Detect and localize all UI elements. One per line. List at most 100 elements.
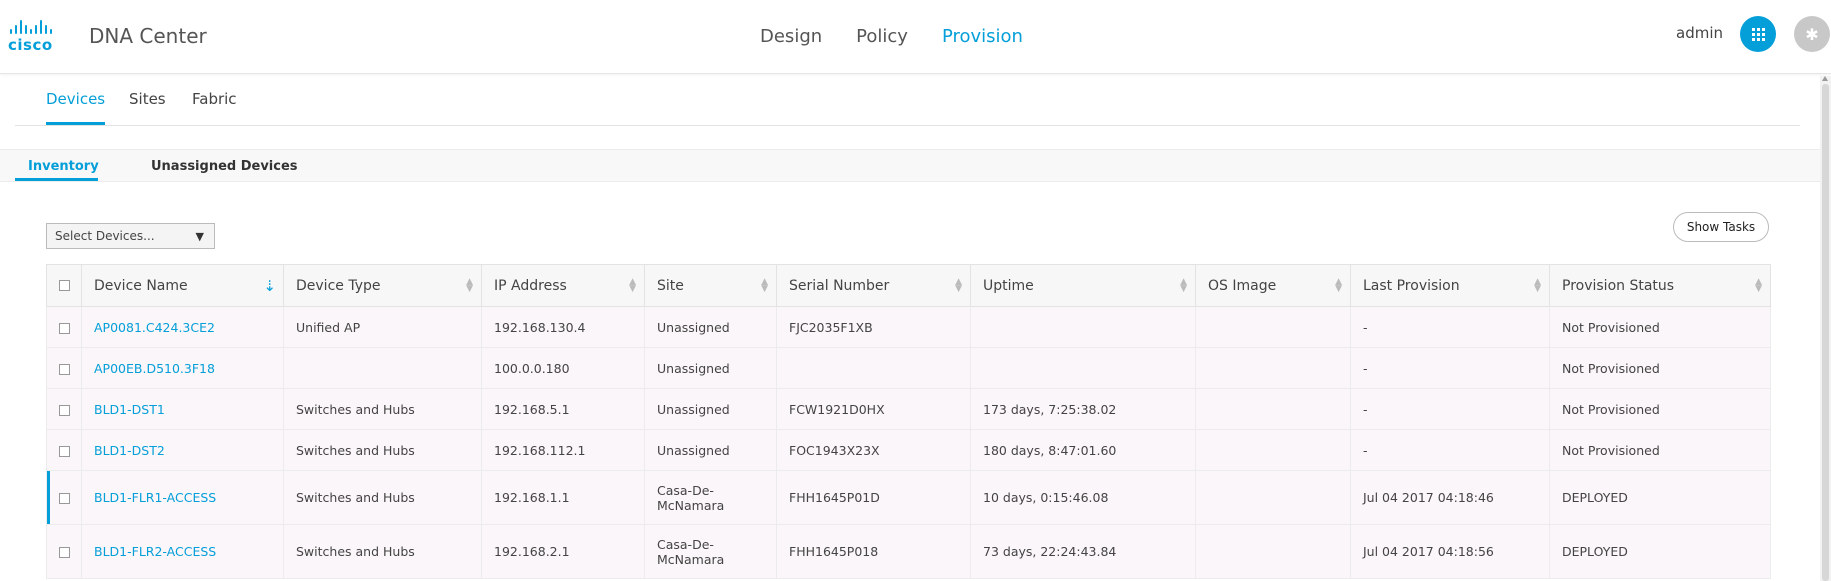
app-launcher-button[interactable] xyxy=(1740,16,1776,52)
nav-provision[interactable]: Provision xyxy=(942,26,1023,47)
device-name-link[interactable]: BLD1-FLR2-ACCESS xyxy=(94,544,216,559)
provision-status-cell: Not Provisioned xyxy=(1549,306,1771,348)
ip-address-cell: 192.168.112.1 xyxy=(481,429,645,471)
ip-address-cell: 100.0.0.180 xyxy=(481,347,645,389)
table-row[interactable]: BLD1-DST2 Switches and Hubs 192.168.112.… xyxy=(46,429,1771,471)
sort-desc-icon[interactable]: ⇣ xyxy=(263,277,276,295)
sort-icon[interactable]: ▲ ▼ xyxy=(1755,278,1762,294)
app-title: DNA Center xyxy=(89,24,207,48)
tab-sites[interactable]: Sites xyxy=(129,90,166,122)
nav-design[interactable]: Design xyxy=(760,26,822,47)
active-tab-indicator xyxy=(15,178,98,181)
serial-number-cell: FHH1645P01D xyxy=(776,470,971,525)
site-cell: Unassigned xyxy=(644,347,777,389)
col-provision-status[interactable]: Provision Status ▲ ▼ xyxy=(1549,264,1771,307)
device-type-cell: Unified AP xyxy=(283,306,482,348)
tab-fabric[interactable]: Fabric xyxy=(192,90,237,122)
sort-icon[interactable]: ▲ ▼ xyxy=(466,278,473,294)
col-device-type[interactable]: Device Type ▲ ▼ xyxy=(283,264,482,307)
last-provision-cell: Jul 04 2017 04:18:46 xyxy=(1350,470,1550,525)
device-type-cell: Switches and Hubs xyxy=(283,524,482,579)
serial-number-cell: FCW1921D0HX xyxy=(776,388,971,430)
col-last-provision[interactable]: Last Provision ▲ ▼ xyxy=(1350,264,1550,307)
row-checkbox[interactable] xyxy=(59,493,70,504)
row-checkbox[interactable] xyxy=(59,547,70,558)
table-row[interactable]: AP0081.C424.3CE2 Unified AP 192.168.130.… xyxy=(46,306,1771,348)
uptime-cell: 180 days, 8:47:01.60 xyxy=(970,429,1196,471)
sort-icon[interactable]: ▲ ▼ xyxy=(1180,278,1187,294)
devices-table: Device Name ⇣ Device Type ▲ ▼ IP Address ▲ ▼ … xyxy=(46,264,1771,579)
ip-address-cell: 192.168.2.1 xyxy=(481,524,645,579)
os-image-cell xyxy=(1195,429,1351,471)
device-name-link[interactable]: BLD1-FLR1-ACCESS xyxy=(94,490,216,505)
user-name[interactable]: admin xyxy=(1676,24,1723,42)
cisco-bars-icon xyxy=(8,18,70,34)
sort-icon[interactable]: ▲ ▼ xyxy=(761,278,768,294)
table-header-row: Device Name ⇣ Device Type ▲ ▼ IP Address ▲ ▼ … xyxy=(46,264,1771,307)
device-type-cell: Switches and Hubs xyxy=(283,429,482,471)
cisco-wordmark: cisco xyxy=(8,36,53,54)
col-uptime[interactable]: Uptime ▲ ▼ xyxy=(970,264,1196,307)
provision-status-cell: Not Provisioned xyxy=(1549,388,1771,430)
cisco-logo[interactable]: cisco xyxy=(8,18,70,54)
select-all-checkbox[interactable] xyxy=(59,280,70,291)
last-provision-cell: - xyxy=(1350,429,1550,471)
serial-number-cell: FHH1645P018 xyxy=(776,524,971,579)
provision-status-cell: DEPLOYED xyxy=(1549,470,1771,525)
table-row[interactable]: BLD1-FLR1-ACCESS Switches and Hubs 192.1… xyxy=(46,470,1771,525)
table-row[interactable]: AP00EB.D510.3F18 100.0.0.180 Unassigned … xyxy=(46,347,1771,389)
row-checkbox[interactable] xyxy=(59,404,70,416)
sort-icon[interactable]: ▲ ▼ xyxy=(1534,278,1541,294)
page-scrollbar[interactable] xyxy=(1820,76,1831,581)
uptime-cell xyxy=(970,347,1196,389)
tab-unassigned-devices[interactable]: Unassigned Devices xyxy=(151,159,298,174)
col-os-image[interactable]: OS Image ▲ ▼ xyxy=(1195,264,1351,307)
table-row[interactable]: BLD1-DST1 Switches and Hubs 192.168.5.1 … xyxy=(46,388,1771,430)
show-tasks-button[interactable]: Show Tasks xyxy=(1673,212,1769,242)
col-serial-number[interactable]: Serial Number ▲ ▼ xyxy=(776,264,971,307)
primary-tabs: Devices Sites Fabric xyxy=(15,76,1800,126)
row-checkbox[interactable] xyxy=(59,322,70,334)
device-type-cell xyxy=(283,347,482,389)
col-site[interactable]: Site ▲ ▼ xyxy=(644,264,777,307)
select-all-cell xyxy=(46,264,82,307)
uptime-cell: 73 days, 22:24:43.84 xyxy=(970,524,1196,579)
grid-icon xyxy=(1751,27,1765,41)
device-name-link[interactable]: AP00EB.D510.3F18 xyxy=(94,361,215,376)
os-image-cell xyxy=(1195,347,1351,389)
nav-policy[interactable]: Policy xyxy=(856,26,908,47)
col-ip-address[interactable]: IP Address ▲ ▼ xyxy=(481,264,645,307)
scrollbar-thumb[interactable] xyxy=(1822,84,1829,581)
ip-address-cell: 192.168.1.1 xyxy=(481,470,645,525)
last-provision-cell: - xyxy=(1350,347,1550,389)
site-cell: Casa-De- McNamara xyxy=(644,524,777,579)
ip-address-cell: 192.168.5.1 xyxy=(481,388,645,430)
row-checkbox[interactable] xyxy=(59,445,70,457)
select-devices-dropdown[interactable]: Select Devices... ▼ xyxy=(46,223,215,249)
sort-icon[interactable]: ▲ ▼ xyxy=(629,278,636,294)
device-name-link[interactable]: BLD1-DST2 xyxy=(94,443,165,458)
provision-status-cell: DEPLOYED xyxy=(1549,524,1771,579)
scroll-up-icon[interactable] xyxy=(1822,76,1828,81)
top-header: cisco DNA Center Design Policy Provision… xyxy=(0,0,1831,74)
site-cell: Casa-De- McNamara xyxy=(644,470,777,525)
device-name-link[interactable]: AP0081.C424.3CE2 xyxy=(94,320,215,335)
device-name-link[interactable]: BLD1-DST1 xyxy=(94,402,165,417)
uptime-cell xyxy=(970,306,1196,348)
site-cell: Unassigned xyxy=(644,388,777,430)
col-device-name[interactable]: Device Name ⇣ xyxy=(81,264,284,307)
settings-button[interactable]: ✱ xyxy=(1794,16,1830,52)
sort-icon[interactable]: ▲ ▼ xyxy=(955,278,962,294)
serial-number-cell xyxy=(776,347,971,389)
select-devices-label: Select Devices... xyxy=(55,229,155,243)
sort-icon[interactable]: ▲ ▼ xyxy=(1335,278,1342,294)
caret-down-icon: ▼ xyxy=(195,230,204,243)
tab-devices[interactable]: Devices xyxy=(46,90,106,125)
tab-inventory[interactable]: Inventory xyxy=(28,159,99,174)
main-nav: Design Policy Provision xyxy=(760,26,1023,47)
row-checkbox[interactable] xyxy=(59,363,70,375)
table-row[interactable]: BLD1-FLR2-ACCESS Switches and Hubs 192.1… xyxy=(46,524,1771,579)
os-image-cell xyxy=(1195,524,1351,579)
last-provision-cell: - xyxy=(1350,388,1550,430)
uptime-cell: 173 days, 7:25:38.02 xyxy=(970,388,1196,430)
